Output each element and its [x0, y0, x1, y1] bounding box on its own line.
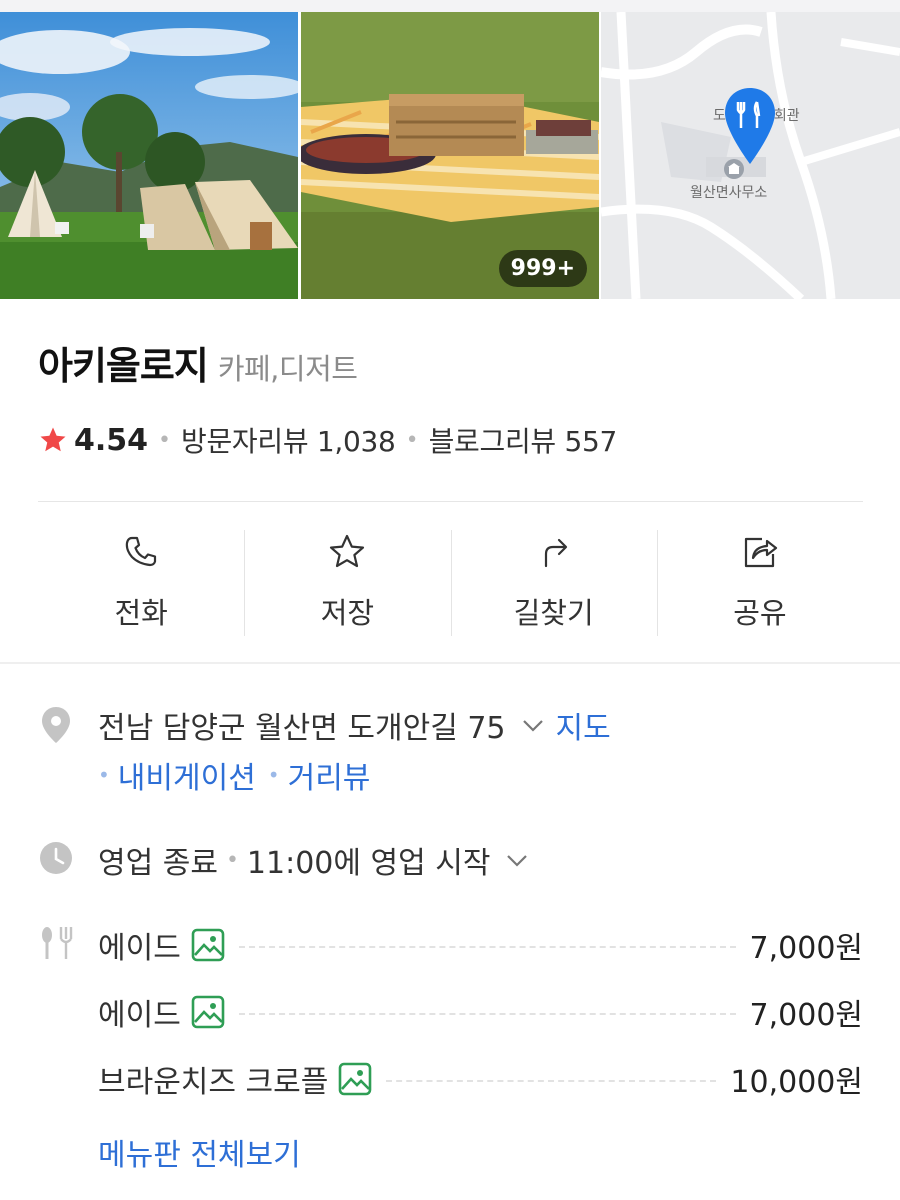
- save-label: 저장: [320, 596, 375, 630]
- phone-icon: [125, 536, 157, 567]
- section-divider: [0, 662, 900, 664]
- location-map-thumbnail[interactable]: 도 회관 월산면사무소: [601, 12, 900, 299]
- rating-row: 4.54 • 방문자리뷰 1,038 • 블로그리뷰 557: [38, 420, 617, 460]
- photo-camping-tents[interactable]: [0, 12, 298, 299]
- cutlery-icon: [42, 927, 73, 959]
- image-icon[interactable]: [191, 928, 225, 962]
- separator-dot: •: [267, 763, 280, 787]
- menu-item[interactable]: 브라운치즈 크로플 10,000원: [98, 1057, 863, 1101]
- share-icon: [744, 537, 777, 568]
- blog-reviews-link[interactable]: 블로그리뷰 557: [429, 420, 618, 460]
- hours-status: 영업 종료: [98, 846, 218, 881]
- call-label: 전화: [114, 596, 168, 630]
- business-hours-row[interactable]: 영업 종료 • 11:00에 영업 시작: [98, 838, 540, 882]
- share-button[interactable]: 공유: [656, 520, 863, 650]
- share-label: 공유: [733, 596, 787, 630]
- address-row: 전남 담양군 월산면 도개안길 75 지도: [98, 703, 611, 747]
- separator-dot: •: [98, 763, 110, 787]
- separator-dot: •: [158, 427, 172, 453]
- menu-item-price: 10,000원: [730, 1065, 863, 1100]
- photo-picnic-mat[interactable]: 999+: [301, 12, 599, 299]
- separator-dot: •: [405, 427, 419, 453]
- menu-item-name: 에이드: [98, 998, 181, 1033]
- call-button[interactable]: 전화: [38, 520, 244, 650]
- place-title: 아키올로지 카페,디저트: [38, 335, 358, 390]
- save-button[interactable]: 저장: [244, 520, 450, 650]
- location-marker-icon: [42, 707, 70, 743]
- image-icon[interactable]: [191, 995, 225, 1029]
- clock-icon: [40, 842, 72, 874]
- photo-count-badge: 999+: [498, 250, 587, 287]
- photo-strip: 999+ 도 회관 월산면사무소: [0, 12, 900, 299]
- chevron-down-icon[interactable]: [504, 847, 530, 873]
- action-bar: 전화 저장 길찾기 공유: [38, 520, 863, 650]
- menu-item-name: 에이드: [98, 931, 181, 966]
- visitor-reviews-link[interactable]: 방문자리뷰 1,038: [181, 420, 396, 460]
- divider: [38, 501, 863, 502]
- map-link[interactable]: 지도: [556, 703, 611, 747]
- place-category: 카페,디저트: [217, 352, 358, 386]
- rating-score: 4.54: [74, 422, 149, 458]
- dotted-leader: [238, 946, 736, 948]
- view-full-menu-link[interactable]: 메뉴판 전체보기: [98, 1130, 301, 1174]
- map-label-office: 월산면사무소: [690, 185, 768, 201]
- chevron-down-icon[interactable]: [520, 712, 546, 738]
- directions-icon: [544, 538, 567, 568]
- directions-label: 길찾기: [513, 596, 594, 630]
- menu-item[interactable]: 에이드 7,000원: [98, 923, 863, 967]
- street-view-link[interactable]: 거리뷰: [288, 753, 371, 797]
- star-outline-icon: [330, 534, 365, 568]
- dotted-leader: [238, 1013, 736, 1015]
- hours-next-open: 11:00에 영업 시작: [246, 846, 491, 881]
- menu-item[interactable]: 에이드 7,000원: [98, 990, 863, 1034]
- address-links: • 내비게이션 • 거리뷰: [98, 753, 370, 797]
- separator-dot: •: [225, 847, 239, 873]
- status-strip: [0, 0, 900, 12]
- location-pin-icon: [725, 88, 775, 164]
- directions-button[interactable]: 길찾기: [450, 520, 657, 650]
- menu-item-name: 브라운치즈 크로플: [98, 1065, 329, 1100]
- menu-item-price: 7,000원: [749, 931, 863, 966]
- menu-item-price: 7,000원: [749, 998, 863, 1033]
- place-name: 아키올로지: [38, 344, 209, 388]
- address-text: 전남 담양군 월산면 도개안길 75: [98, 711, 506, 746]
- navigation-link[interactable]: 내비게이션: [118, 753, 256, 797]
- star-filled-icon: [40, 427, 66, 452]
- image-icon[interactable]: [338, 1062, 372, 1096]
- dotted-leader: [386, 1080, 717, 1082]
